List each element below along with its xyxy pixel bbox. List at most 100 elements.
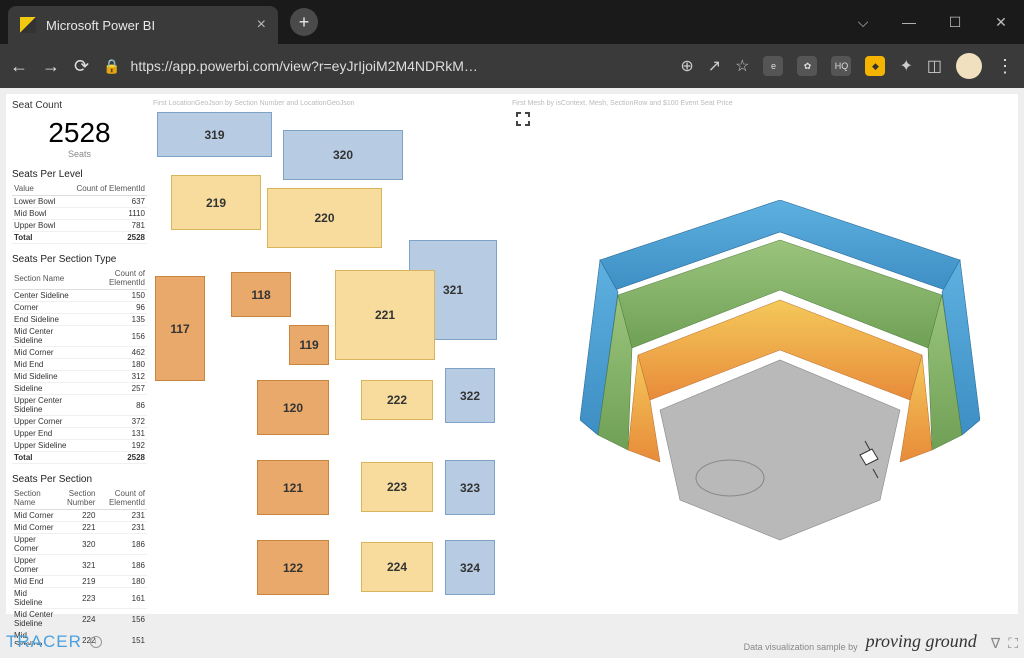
col-header: Section Name xyxy=(12,487,57,510)
table-title: Seats Per Level xyxy=(12,169,147,180)
visual-title: First Mesh by isContext, Mesh, SectionRo… xyxy=(512,100,733,107)
table-row[interactable]: Mid Sideline223161 xyxy=(12,588,147,609)
back-button[interactable]: ← xyxy=(10,56,28,77)
extensions-button[interactable]: ✦ xyxy=(899,56,912,76)
section-319[interactable]: 319 xyxy=(157,112,272,157)
window-maximize-button[interactable]: ☐ xyxy=(932,0,978,44)
table-row[interactable]: Mid Corner220231 xyxy=(12,510,147,522)
fullscreen-icon[interactable]: ⛶ xyxy=(1008,635,1018,652)
section-222[interactable]: 222 xyxy=(361,380,433,420)
report-page: Seat Count 2528 Seats Seats Per Level Va… xyxy=(0,88,1024,658)
section-322[interactable]: 322 xyxy=(445,368,495,423)
seats-per-section-table[interactable]: Seats Per Section Section Name Section N… xyxy=(12,468,147,645)
table-row[interactable]: Mid Center Sideline156 xyxy=(12,326,147,347)
table-row[interactable]: Upper End131 xyxy=(12,428,147,440)
section-118[interactable]: 118 xyxy=(231,272,291,317)
card-title: Seat Count xyxy=(12,100,147,111)
table-row[interactable]: Upper Corner372 xyxy=(12,416,147,428)
new-tab-button[interactable]: + xyxy=(290,8,318,36)
fullscreen-icon[interactable] xyxy=(516,112,530,126)
card-value: 2528 xyxy=(12,117,147,149)
sidepanel-icon[interactable]: ◫ xyxy=(927,56,942,76)
table-row[interactable]: Mid End180 xyxy=(12,359,147,371)
section-223[interactable]: 223 xyxy=(361,462,433,512)
section-119[interactable]: 119 xyxy=(289,325,329,365)
address-bar[interactable]: 🔒 https://app.powerbi.com/view?r=eyJrIjo… xyxy=(103,58,666,75)
table-row[interactable]: Mid End219180 xyxy=(12,576,147,588)
table-row[interactable]: Mid Corner221231 xyxy=(12,522,147,534)
table-row[interactable]: Mid Sideline312 xyxy=(12,371,147,383)
col-header: Section Name xyxy=(12,267,82,290)
zoom-icon[interactable]: ⊕ xyxy=(680,56,693,76)
tab-title: Microsoft Power BI xyxy=(46,18,247,33)
table-row[interactable]: Upper Corner321186 xyxy=(12,555,147,576)
table-row[interactable]: Mid Center Sideline224156 xyxy=(12,609,147,630)
seat-count-card[interactable]: Seat Count 2528 Seats xyxy=(12,100,147,159)
extension-icon[interactable]: HQ xyxy=(831,56,851,76)
table-row[interactable]: Lower Bowl637 xyxy=(12,196,147,208)
browser-menu-button[interactable]: ⋮ xyxy=(996,56,1014,77)
table-row[interactable]: Mid Corner462 xyxy=(12,347,147,359)
chevron-down-icon[interactable]: ⌵ xyxy=(840,0,886,44)
extension-icon[interactable]: ◆ xyxy=(865,56,885,76)
section-219[interactable]: 219 xyxy=(171,175,261,230)
table-row[interactable]: Mid Bowl1110 xyxy=(12,208,147,220)
tracer-logo[interactable]: TRACER i xyxy=(6,632,102,652)
section-220[interactable]: 220 xyxy=(267,188,382,248)
extension-icon[interactable]: ✿ xyxy=(797,56,817,76)
report-canvas: Seat Count 2528 Seats Seats Per Level Va… xyxy=(6,94,1018,614)
col-header: Value xyxy=(12,182,64,196)
table-row[interactable]: End Sideline135 xyxy=(12,314,147,326)
col-header: Section Number xyxy=(57,487,98,510)
section-map-visual[interactable]: First LocationGeoJson by Section Number … xyxy=(151,100,506,645)
section-323[interactable]: 323 xyxy=(445,460,495,515)
forward-button[interactable]: → xyxy=(42,56,60,77)
table-total-row: Total2528 xyxy=(12,452,147,464)
window-titlebar: Microsoft Power BI × + ⌵ — ☐ ✕ xyxy=(0,0,1024,44)
left-panel: Seat Count 2528 Seats Seats Per Level Va… xyxy=(12,100,147,645)
section-120[interactable]: 120 xyxy=(257,380,329,435)
table-title: Seats Per Section Type xyxy=(12,254,147,265)
table-row[interactable]: Upper Sideline192 xyxy=(12,440,147,452)
card-sub: Seats xyxy=(12,149,147,159)
share-icon[interactable]: ↗ xyxy=(708,56,721,76)
col-header: Count of ElementId xyxy=(64,182,147,196)
url-text: https://app.powerbi.com/view?r=eyJrIjoiM… xyxy=(131,58,478,74)
table-row[interactable]: Upper Center Sideline86 xyxy=(12,395,147,416)
section-221[interactable]: 221 xyxy=(335,270,435,360)
seats-per-level-table[interactable]: Seats Per Level Value Count of ElementId… xyxy=(12,163,147,244)
table-total-row: Total2528 xyxy=(12,232,147,244)
arena-model xyxy=(580,200,980,560)
table-row[interactable]: Sideline257 xyxy=(12,383,147,395)
table-row[interactable]: Upper Bowl781 xyxy=(12,220,147,232)
table-title: Seats Per Section xyxy=(12,474,147,485)
section-121[interactable]: 121 xyxy=(257,460,329,515)
section-224[interactable]: 224 xyxy=(361,542,433,592)
section-122[interactable]: 122 xyxy=(257,540,329,595)
window-close-button[interactable]: ✕ xyxy=(978,0,1024,44)
powerbi-icon xyxy=(20,17,36,33)
section-320[interactable]: 320 xyxy=(283,130,403,180)
credit-label: Data visualization sample by xyxy=(744,642,858,652)
arena-3d-visual[interactable]: First Mesh by isContext, Mesh, SectionRo… xyxy=(510,100,1012,645)
close-tab-icon[interactable]: × xyxy=(257,16,266,34)
filter-icon[interactable]: ∇ xyxy=(991,635,1000,652)
lock-icon: 🔒 xyxy=(103,58,120,75)
credit-brand: proving ground xyxy=(866,631,977,652)
bookmark-icon[interactable]: ☆ xyxy=(735,56,749,76)
section-324[interactable]: 324 xyxy=(445,540,495,595)
extension-icon[interactable]: e xyxy=(763,56,783,76)
table-row[interactable]: Center Sideline150 xyxy=(12,290,147,302)
window-minimize-button[interactable]: — xyxy=(886,0,932,44)
table-row[interactable]: Corner96 xyxy=(12,302,147,314)
profile-avatar[interactable] xyxy=(956,53,982,79)
report-footer: TRACER i Data visualization sample by pr… xyxy=(6,631,1018,652)
info-icon[interactable]: i xyxy=(90,636,102,648)
reload-button[interactable]: ⟳ xyxy=(74,56,89,77)
browser-tab[interactable]: Microsoft Power BI × xyxy=(8,6,278,44)
seats-per-section-type-table[interactable]: Seats Per Section Type Section Name Coun… xyxy=(12,248,147,464)
table-row[interactable]: Upper Corner320186 xyxy=(12,534,147,555)
col-header: Count of ElementId xyxy=(97,487,147,510)
section-117[interactable]: 117 xyxy=(155,276,205,381)
browser-toolbar: ← → ⟳ 🔒 https://app.powerbi.com/view?r=e… xyxy=(0,44,1024,88)
